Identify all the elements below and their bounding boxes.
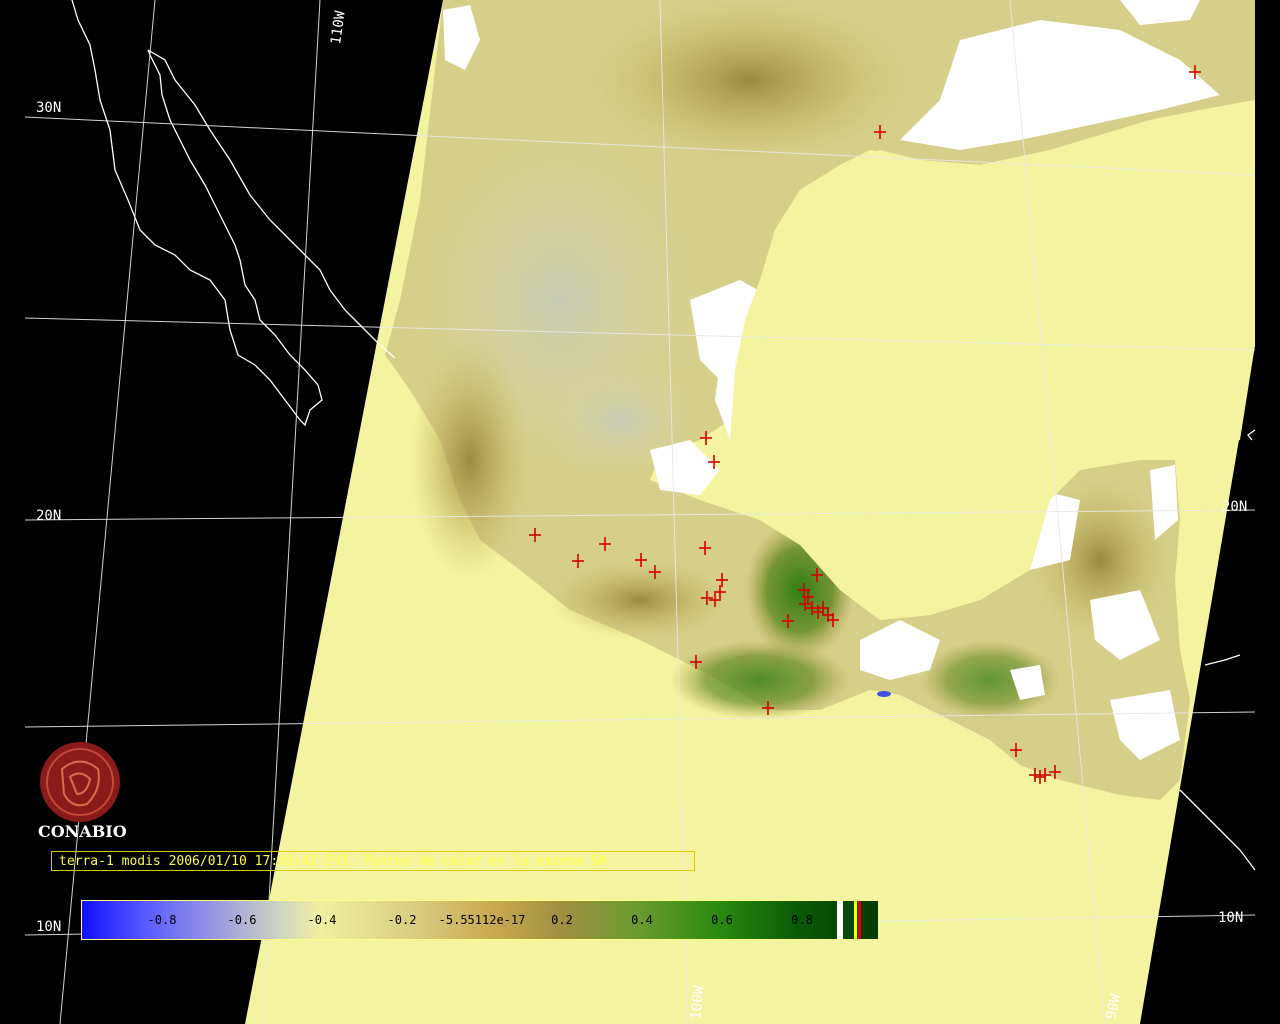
colorbar-tick: 0.6 [711,913,733,927]
colorbar-tick: 0.4 [631,913,653,927]
grid-label-20n: 20N [36,508,61,524]
veg-north [590,0,910,160]
veg-west-sierra [410,340,530,580]
scene-caption: terra-1 modis 2006/01/10 17:03:42 EVI. P… [51,851,695,871]
colorbar-tick: -0.2 [387,913,417,927]
grid-label-10n-right: 10N [1218,910,1243,926]
coastline-sonora [147,49,396,359]
veg-central [550,560,730,640]
grid-label-20n-right: 20N [1222,499,1247,515]
colorbar-tick: 0.2 [551,913,573,927]
grid-label-30n: 30N [36,100,61,116]
colorbar-red-stripe [858,901,861,939]
coastline-central-america [1179,789,1256,871]
grid-label-110w: 110W [328,9,349,45]
colorbar-yellow-stripe [854,901,857,939]
veg-sierra-madre-sur [670,640,850,720]
colorbar-tick: -0.8 [147,913,177,927]
colorbar-tick: -0.4 [307,913,337,927]
colorbar-white-stripe [837,901,843,939]
lake [877,691,891,697]
coastline-baja [71,0,323,427]
colorbar-tick: -0.6 [227,913,257,927]
colorbar-tick: -5.55112e-17 [438,913,526,927]
conabio-label: CONABIO [38,822,127,841]
colorbar-tick: 0.8 [791,913,813,927]
grid-label-10n-left: 10N [36,919,61,935]
evi-colorbar: -0.8 -0.6 -0.4 -0.2 -5.55112e-17 0.2 0.4… [81,900,879,940]
